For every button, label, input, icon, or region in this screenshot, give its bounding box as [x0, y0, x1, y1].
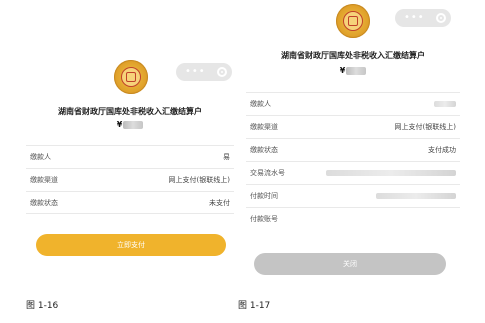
amount-redacted: [123, 120, 144, 129]
value-redacted: [434, 101, 456, 107]
account-title: 湖南省财政厅国库处非税收入汇缴结算户: [58, 107, 202, 116]
detail-list: 缴款人 易 缴款渠道 网上支付(银联线上) 缴款状态 未支付: [26, 145, 234, 214]
amount: ¥: [246, 66, 460, 75]
row-value: 网上支付(银联线上): [394, 123, 456, 131]
row-label: 缴款人: [250, 100, 271, 108]
figure-caption-right: 图 1-17: [238, 301, 271, 311]
row-value: 易: [223, 153, 230, 161]
row-channel: 缴款渠道 网上支付(银联线上): [246, 115, 460, 138]
value-redacted: [376, 193, 456, 199]
payment-screen-success: ••• 湖南省财政厅国库处非税收入汇缴结算户 ¥ 缴款人 缴款渠道 网上支付(银…: [246, 0, 460, 300]
more-dots-icon[interactable]: •••: [404, 13, 425, 23]
more-dots-icon[interactable]: •••: [185, 67, 206, 77]
row-label: 缴款人: [30, 153, 51, 161]
row-payer: 缴款人 易: [26, 145, 234, 168]
seal-emblem-icon: [114, 60, 148, 94]
row-channel: 缴款渠道 网上支付(银联线上): [26, 168, 234, 191]
pay-now-button[interactable]: 立即支付: [36, 234, 226, 256]
close-target-icon[interactable]: [436, 13, 446, 23]
row-label: 付款时间: [250, 192, 278, 200]
currency-symbol: ¥: [116, 120, 123, 129]
row-status: 缴款状态 支付成功: [246, 138, 460, 161]
figure-caption-left: 图 1-16: [26, 301, 59, 311]
row-label: 缴款状态: [250, 146, 278, 154]
amount-redacted: [346, 66, 367, 75]
value-redacted: [326, 170, 456, 176]
seal-emblem-icon: [336, 4, 370, 38]
row-payer: 缴款人: [246, 92, 460, 115]
row-status: 缴款状态 未支付: [26, 191, 234, 214]
detail-list: 缴款人 缴款渠道 网上支付(银联线上) 缴款状态 支付成功 交易流水号 付款时间…: [246, 92, 460, 230]
mini-program-capsule[interactable]: •••: [176, 63, 232, 81]
row-label: 缴款渠道: [250, 123, 278, 131]
row-label: 付款账号: [250, 215, 278, 223]
account-title: 湖南省财政厅国库处非税收入汇缴结算户: [281, 51, 425, 60]
close-button[interactable]: 关闭: [254, 253, 446, 275]
payment-screen-unpaid: ••• 湖南省财政厅国库处非税收入汇缴结算户 ¥ 缴款人 易 缴款渠道 网上支付…: [26, 0, 234, 300]
row-value: 支付成功: [428, 146, 456, 154]
row-pay-time: 付款时间: [246, 184, 460, 207]
currency-symbol: ¥: [339, 66, 346, 75]
amount: ¥: [26, 120, 234, 129]
row-label: 缴款渠道: [30, 176, 58, 184]
row-pay-account: 付款账号: [246, 207, 460, 230]
row-value: 网上支付(银联线上): [168, 176, 230, 184]
close-target-icon[interactable]: [217, 67, 227, 77]
row-value: 未支付: [209, 198, 230, 207]
row-label: 交易流水号: [250, 169, 285, 177]
mini-program-capsule[interactable]: •••: [395, 9, 451, 27]
row-label: 缴款状态: [30, 198, 58, 207]
row-transaction-id: 交易流水号: [246, 161, 460, 184]
